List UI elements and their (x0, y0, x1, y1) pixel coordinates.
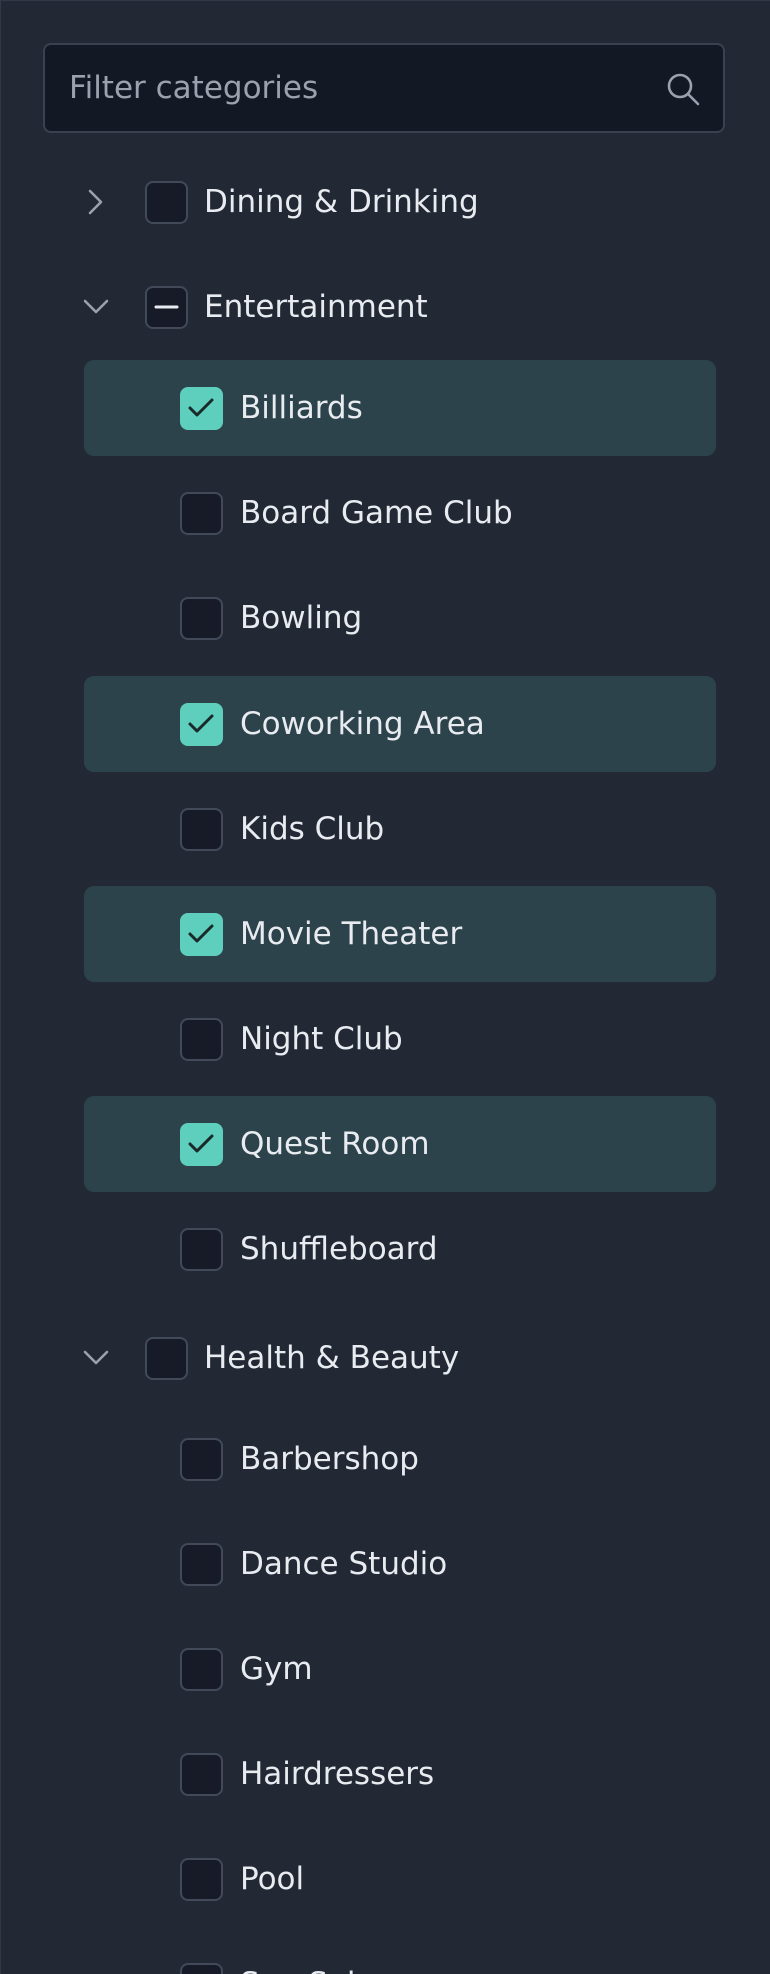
tree-item-label: Billiards (240, 390, 363, 426)
tree-item-night-club[interactable]: Night Club (1, 991, 770, 1087)
tree-item-movie-theater[interactable]: Movie Theater (1, 886, 770, 982)
chevron-down-icon[interactable] (79, 290, 113, 324)
check-icon (188, 398, 214, 417)
checkbox[interactable] (180, 1543, 223, 1586)
tree-item-kids-club[interactable]: Kids Club (1, 781, 770, 877)
checkbox-checked[interactable] (180, 913, 223, 956)
checkbox-checked[interactable] (180, 1123, 223, 1166)
tree-item-bowling[interactable]: Bowling (1, 570, 770, 666)
tree-item-health-beauty[interactable]: Health & Beauty (1, 1310, 770, 1406)
search-box (43, 43, 725, 133)
check-icon (188, 714, 214, 733)
checkbox[interactable] (180, 1018, 223, 1061)
tree-item-label: Quest Room (240, 1126, 430, 1162)
search-icon[interactable] (665, 71, 701, 107)
tree-item-pool[interactable]: Pool (1, 1831, 770, 1927)
tree-item-label: Coworking Area (240, 706, 485, 742)
tree-item-entertainment[interactable]: Entertainment (1, 259, 770, 355)
tree-item-label: Bowling (240, 600, 363, 636)
tree-item-quest-room[interactable]: Quest Room (1, 1096, 770, 1192)
checkbox[interactable] (180, 1753, 223, 1796)
tree-item-label: Entertainment (204, 289, 428, 325)
tree-item-label: Spa Salon (240, 1964, 394, 1974)
checkbox[interactable] (180, 1438, 223, 1481)
checkbox[interactable] (180, 1228, 223, 1271)
tree-item-label: Shuffleboard (240, 1231, 438, 1267)
tree-item-hairdressers[interactable]: Hairdressers (1, 1726, 770, 1822)
tree-item-label: Gym (240, 1651, 313, 1687)
tree-item-label: Barbershop (240, 1441, 419, 1477)
tree-item-coworking-area[interactable]: Coworking Area (1, 676, 770, 772)
checkbox[interactable] (180, 808, 223, 851)
tree-item-label: Night Club (240, 1021, 403, 1057)
checkbox[interactable] (180, 492, 223, 535)
tree-item-dining-drinking[interactable]: Dining & Drinking (1, 154, 770, 250)
chevron-down-icon[interactable] (79, 1341, 113, 1375)
tree-item-board-game-club[interactable]: Board Game Club (1, 465, 770, 561)
checkbox[interactable] (180, 1963, 223, 1974)
tree-item-label: Dining & Drinking (204, 184, 479, 220)
tree-item-label: Pool (240, 1861, 305, 1897)
tree-item-dance-studio[interactable]: Dance Studio (1, 1516, 770, 1612)
tree-item-barbershop[interactable]: Barbershop (1, 1411, 770, 1507)
tree-item-label: Hairdressers (240, 1756, 435, 1792)
tree-item-gym[interactable]: Gym (1, 1621, 770, 1717)
checkbox-indeterminate[interactable] (145, 286, 188, 329)
check-icon (188, 924, 214, 943)
tree-item-label: Movie Theater (240, 916, 463, 952)
tree-item-label: Health & Beauty (204, 1340, 460, 1376)
tree-item-spa-salon[interactable]: Spa Salon (1, 1936, 770, 1974)
search-input[interactable] (69, 45, 649, 131)
checkbox[interactable] (180, 1648, 223, 1691)
checkbox[interactable] (180, 1858, 223, 1901)
checkbox[interactable] (145, 1337, 188, 1380)
tree-item-label: Kids Club (240, 811, 385, 847)
checkbox-checked[interactable] (180, 387, 223, 430)
tree-item-label: Dance Studio (240, 1546, 448, 1582)
tree-item-shuffleboard[interactable]: Shuffleboard (1, 1201, 770, 1297)
minus-icon (154, 305, 179, 309)
chevron-right-icon[interactable] (79, 185, 113, 219)
checkbox[interactable] (180, 597, 223, 640)
tree-item-label: Board Game Club (240, 495, 513, 531)
tree-item-billiards[interactable]: Billiards (1, 360, 770, 456)
checkbox-checked[interactable] (180, 703, 223, 746)
check-icon (188, 1134, 214, 1153)
checkbox[interactable] (145, 181, 188, 224)
category-filter-panel: Dining & Drinking Entertainment Billiard… (0, 0, 770, 1974)
